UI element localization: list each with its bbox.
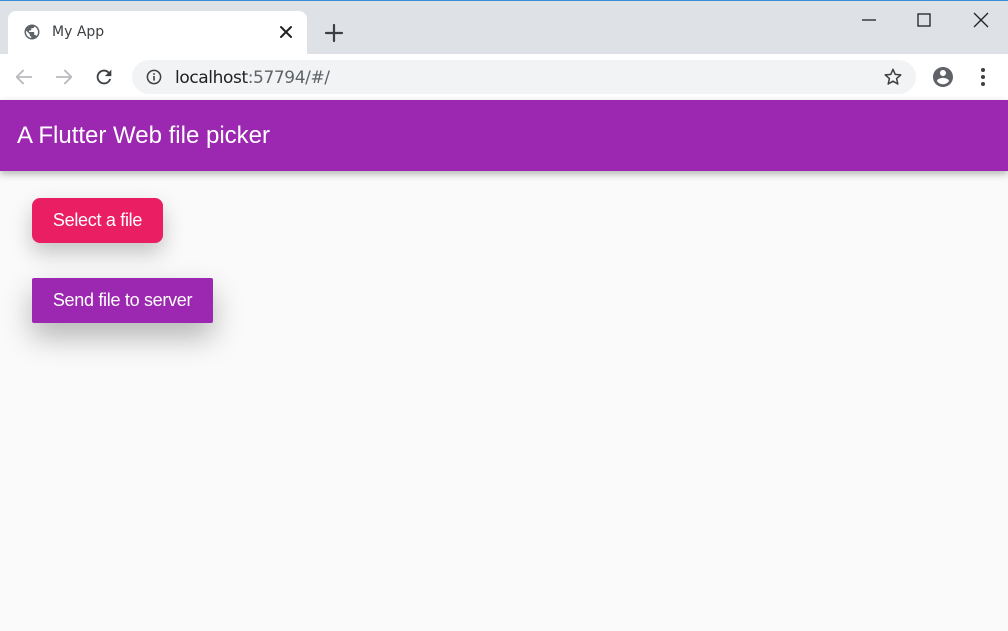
- url-text[interactable]: localhost:57794/#/: [175, 68, 330, 88]
- plus-icon[interactable]: [324, 23, 344, 43]
- address-bar[interactable]: localhost:57794/#/: [132, 60, 916, 94]
- minimize-icon[interactable]: [860, 11, 878, 29]
- tab-strip: My App: [0, 1, 1008, 54]
- tab-title: My App: [52, 24, 105, 40]
- send-file-button[interactable]: Send file to server: [32, 278, 213, 323]
- app-content: Select a file Send file to server: [0, 171, 1008, 631]
- arrow-left-icon[interactable]: [13, 66, 35, 88]
- maximize-icon[interactable]: [915, 11, 933, 29]
- app-bar: A Flutter Web file picker: [0, 100, 1008, 171]
- reload-icon[interactable]: [93, 66, 115, 88]
- url-path: :57794/#/: [247, 68, 330, 88]
- star-icon[interactable]: [883, 67, 903, 87]
- select-file-button[interactable]: Select a file: [32, 198, 163, 243]
- arrow-right-icon[interactable]: [53, 66, 75, 88]
- info-icon[interactable]: [146, 69, 162, 85]
- close-icon[interactable]: [278, 24, 294, 40]
- browser-toolbar: localhost:57794/#/: [0, 54, 1008, 100]
- window-close-icon[interactable]: [972, 11, 990, 29]
- page-title: A Flutter Web file picker: [17, 122, 270, 149]
- browser-window: My App localhost:57794/#/ A Flutter Web …: [0, 0, 1008, 631]
- url-host: localhost: [175, 68, 248, 88]
- account-circle-icon[interactable]: [931, 65, 955, 89]
- tab-my-app[interactable]: My App: [8, 11, 307, 54]
- globe-icon: [24, 24, 40, 40]
- more-vert-icon[interactable]: [976, 66, 990, 88]
